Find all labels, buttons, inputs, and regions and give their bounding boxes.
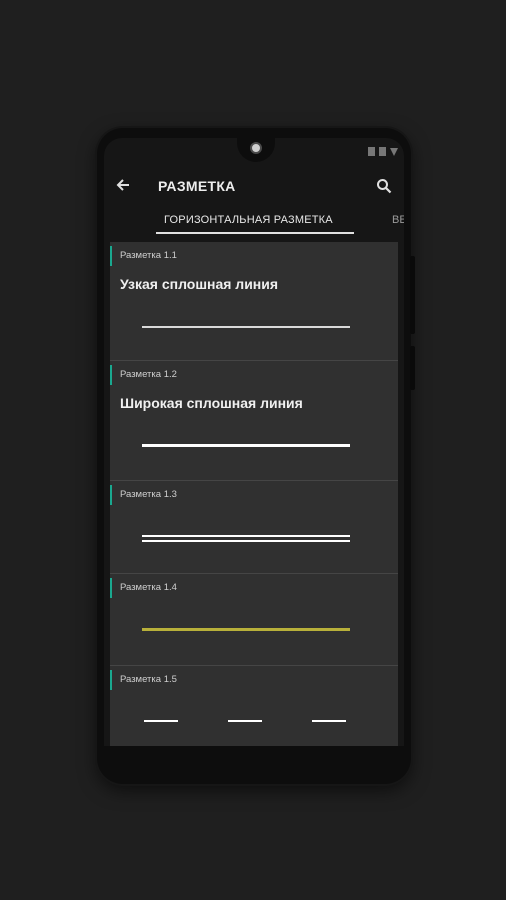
marking-code: Разметка 1.5	[120, 674, 177, 685]
list-item[interactable]: Разметка 1.2 Широкая сплошная линия	[110, 361, 398, 481]
marking-dash	[228, 720, 262, 722]
status-bar-icons	[368, 147, 398, 156]
accent-bar	[110, 485, 112, 505]
marking-line-narrow	[142, 326, 350, 328]
tab-bar: ГОРИЗОНТАЛЬНАЯ РАЗМЕТКА ВЕ	[104, 210, 404, 236]
search-icon[interactable]	[376, 178, 392, 194]
back-arrow-icon[interactable]	[116, 176, 130, 196]
volume-button	[410, 256, 415, 334]
marking-line-double-top	[142, 535, 350, 537]
page-title: РАЗМЕТКА	[158, 178, 236, 194]
marking-name: Узкая сплошная линия	[120, 276, 279, 292]
marking-list: Разметка 1.1 Узкая сплошная линия Размет…	[110, 242, 398, 746]
list-item[interactable]: Разметка 1.4	[110, 574, 398, 666]
list-item[interactable]: Разметка 1.5	[110, 666, 398, 746]
power-button	[410, 346, 415, 390]
marking-line-wide	[142, 444, 350, 447]
marking-name: Широкая сплошная линия	[120, 395, 303, 411]
notch	[237, 138, 275, 162]
phone-screen: РАЗМЕТКА ГОРИЗОНТАЛЬНАЯ РАЗМЕТКА ВЕ Разм…	[104, 138, 404, 746]
tab-horizontal-marking[interactable]: ГОРИЗОНТАЛЬНАЯ РАЗМЕТКА	[164, 214, 333, 226]
marking-code: Разметка 1.2	[120, 369, 177, 380]
battery-icon	[368, 147, 375, 156]
marking-code: Разметка 1.4	[120, 582, 177, 593]
signal-icon	[390, 147, 398, 156]
notification-icon	[379, 147, 386, 156]
accent-bar	[110, 670, 112, 690]
marking-code: Разметка 1.1	[120, 250, 177, 261]
marking-line-yellow	[142, 628, 350, 631]
tab-indicator	[156, 232, 354, 234]
marking-dash	[312, 720, 346, 722]
accent-bar	[110, 365, 112, 385]
list-item[interactable]: Разметка 1.1 Узкая сплошная линия	[110, 242, 398, 361]
list-item[interactable]: Разметка 1.3	[110, 481, 398, 574]
front-camera	[250, 142, 262, 154]
marking-dash	[144, 720, 178, 722]
accent-bar	[110, 246, 112, 266]
tab-vertical-marking[interactable]: ВЕ	[392, 214, 404, 226]
app-bar: РАЗМЕТКА	[104, 174, 404, 204]
marking-code: Разметка 1.3	[120, 489, 177, 500]
marking-line-double-bottom	[142, 540, 350, 542]
accent-bar	[110, 578, 112, 598]
